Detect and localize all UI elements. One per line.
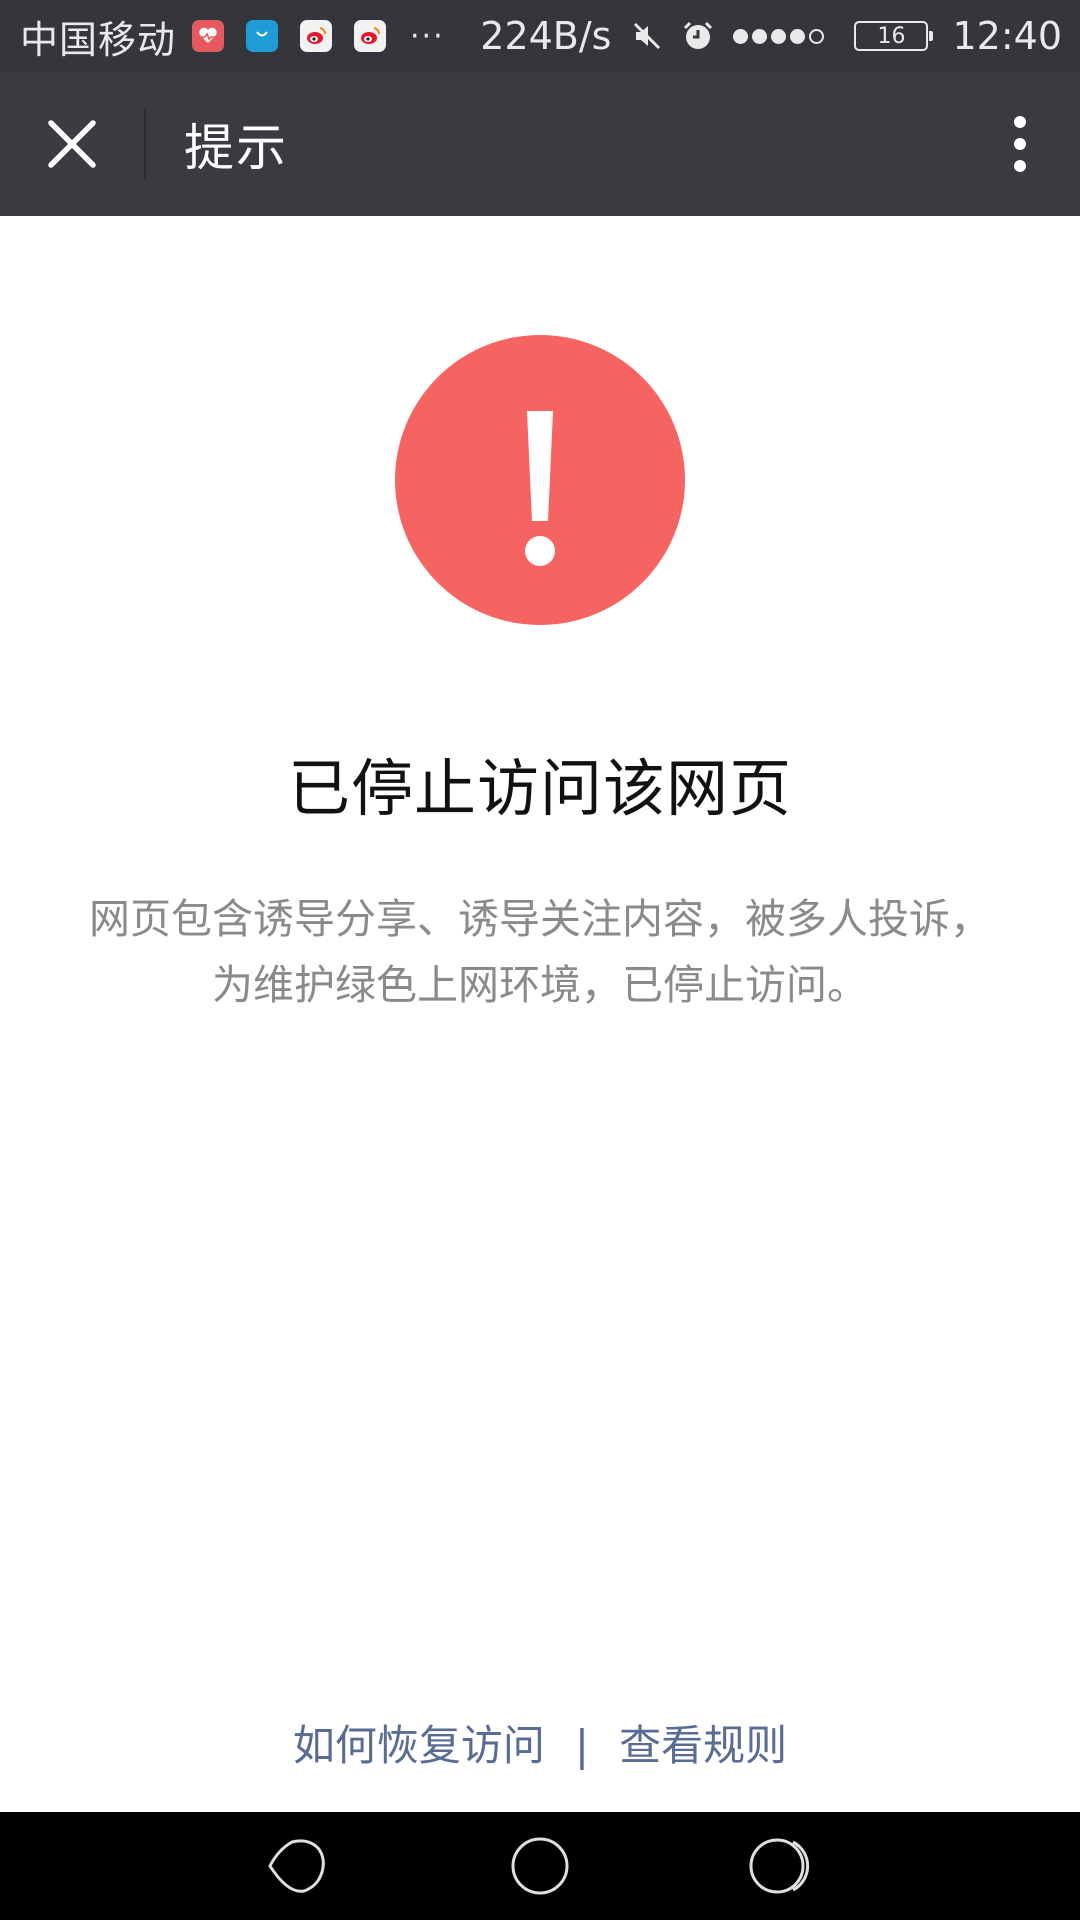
exclamation-icon bbox=[395, 335, 685, 625]
more-vertical-icon bbox=[1014, 116, 1026, 172]
blocked-description: 网页包含诱导分享、诱导关注内容，被多人投诉， 为维护绿色上网环境，已停止访问。 bbox=[60, 886, 1020, 1018]
weibo-icon bbox=[300, 20, 333, 52]
battery-icon: 16 bbox=[854, 21, 934, 51]
alarm-icon bbox=[681, 19, 715, 53]
nav-bar: 提示 bbox=[0, 72, 1080, 216]
battery-level: 16 bbox=[877, 23, 906, 49]
system-nav-bar bbox=[0, 1812, 1080, 1920]
home-icon bbox=[511, 1837, 569, 1895]
status-left: 中国移动 ··· bbox=[20, 9, 445, 64]
recents-icon bbox=[749, 1838, 810, 1894]
home-button[interactable] bbox=[480, 1812, 600, 1920]
description-line-1: 网页包含诱导分享、诱导关注内容，被多人投诉， bbox=[89, 895, 991, 943]
close-icon bbox=[48, 120, 96, 168]
view-rules-link[interactable]: 查看规则 bbox=[619, 1721, 787, 1770]
description-line-2: 为维护绿色上网环境，已停止访问。 bbox=[212, 961, 868, 1009]
back-button[interactable] bbox=[236, 1812, 356, 1920]
health-icon bbox=[192, 20, 225, 52]
recents-button[interactable] bbox=[722, 1812, 842, 1920]
more-menu-button[interactable] bbox=[960, 72, 1080, 216]
carrier-label: 中国移动 bbox=[20, 17, 177, 62]
recover-access-link[interactable]: 如何恢复访问 bbox=[293, 1721, 545, 1770]
close-button[interactable] bbox=[0, 72, 144, 216]
status-bar: 中国移动 ··· 224B/s 16 12:40 bbox=[0, 0, 1080, 72]
back-icon bbox=[268, 1839, 325, 1893]
page-title: 提示 bbox=[184, 119, 288, 177]
network-speed: 224B/s bbox=[480, 14, 612, 58]
more-notifications-icon: ··· bbox=[410, 18, 445, 54]
signal-icon bbox=[733, 28, 828, 44]
blocked-title: 已停止访问该网页 bbox=[287, 752, 792, 825]
clock: 12:40 bbox=[952, 14, 1062, 58]
status-right: 224B/s 16 12:40 bbox=[480, 14, 1062, 58]
shopping-bag-icon bbox=[246, 20, 279, 52]
link-separator: | bbox=[574, 1721, 590, 1770]
nav-divider bbox=[144, 108, 146, 180]
screen: 中国移动 ··· 224B/s 16 12:40 提示 已停止访问该网页 网页包… bbox=[0, 0, 1080, 1920]
footer-links: 如何恢复访问 | 查看规则 bbox=[0, 1712, 1080, 1773]
weibo-icon bbox=[354, 20, 387, 52]
mute-icon bbox=[631, 20, 663, 52]
